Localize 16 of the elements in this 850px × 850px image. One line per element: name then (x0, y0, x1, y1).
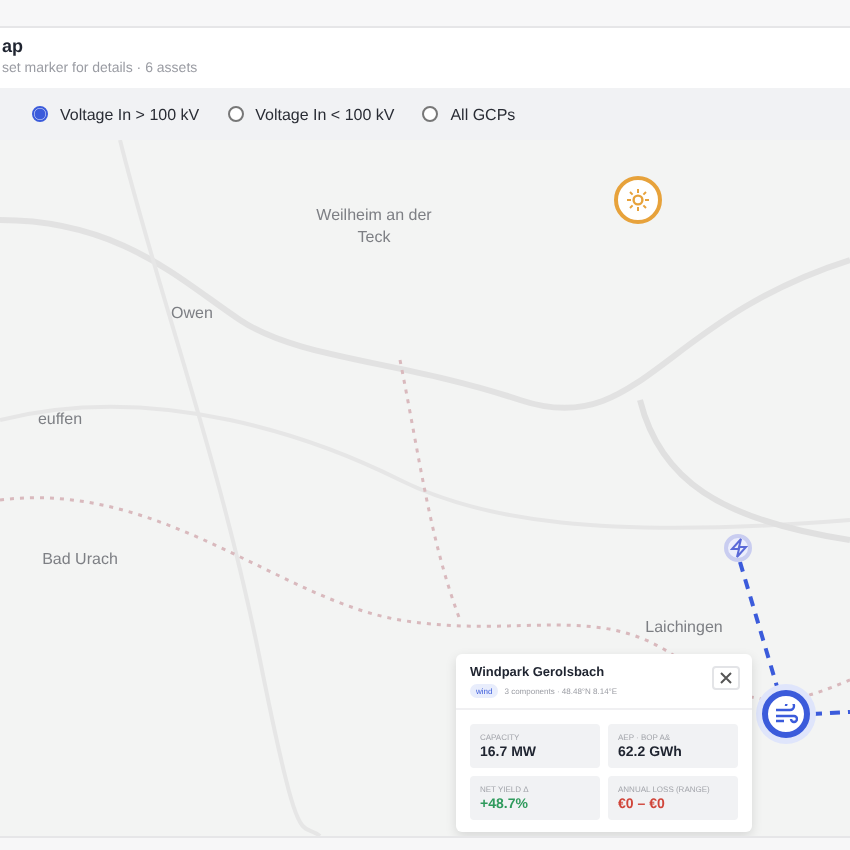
sun-icon (626, 188, 650, 212)
close-button[interactable] (712, 666, 740, 690)
town-label: Bad Urach (40, 548, 120, 570)
town-label: Owen (169, 302, 215, 324)
wind-icon (774, 704, 798, 724)
town-label: Weilheim an der Teck (314, 204, 434, 248)
asset-marker[interactable] (762, 690, 810, 738)
page-title: ap (2, 36, 26, 56)
town-label: euffen (35, 408, 85, 430)
town-label: Laichingen (643, 616, 725, 638)
close-icon (720, 672, 732, 684)
lightning-icon (729, 538, 747, 558)
voltage-filter-radio[interactable]: Voltage In > 100 kV (32, 105, 200, 123)
voltage-filter-radio[interactable]: All GCPs (422, 105, 516, 123)
voltage-filter-radio[interactable]: Voltage In < 100 kV (227, 105, 395, 123)
asset-marker[interactable] (614, 176, 662, 224)
